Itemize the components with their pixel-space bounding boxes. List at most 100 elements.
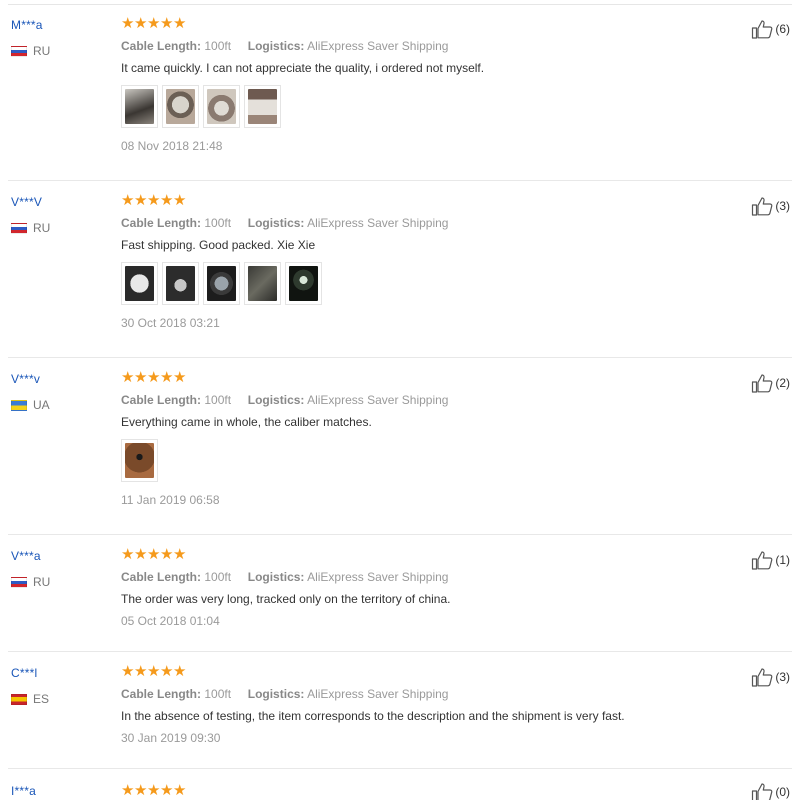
cable-length-label: Cable Length:: [121, 216, 201, 230]
star-icon: ★: [121, 546, 135, 563]
country-code: ES: [33, 692, 50, 706]
helpful-count: (2): [775, 376, 790, 390]
logistics-value: AliExpress Saver Shipping: [307, 393, 449, 407]
review-meta: Cable Length: 100ft Logistics: AliExpres…: [121, 687, 625, 701]
reviewer-info: V***a RU: [11, 549, 50, 589]
review-meta: Cable Length: 100ft Logistics: AliExpres…: [121, 216, 448, 230]
flag-icon: [11, 45, 27, 57]
star-icon: ★: [173, 369, 187, 386]
country-code: RU: [33, 575, 51, 589]
reviewer-info: V***V RU: [11, 195, 50, 235]
star-icon: ★: [147, 369, 161, 386]
star-icon: ★: [134, 369, 148, 386]
star-icon: ★: [160, 15, 174, 32]
review-date: 08 Nov 2018 21:48: [121, 139, 223, 153]
star-icon: ★: [147, 782, 161, 799]
star-rating: ★ ★ ★ ★ ★: [121, 783, 186, 799]
cable-length-value: 100ft: [204, 393, 232, 407]
review-date: 30 Jan 2019 09:30: [121, 731, 221, 745]
reviewer-info: I***a: [11, 784, 36, 798]
helpful-button[interactable]: (6): [751, 19, 790, 39]
star-icon: ★: [173, 663, 187, 680]
star-icon: ★: [160, 369, 174, 386]
star-icon: ★: [121, 369, 135, 386]
logistics-label: Logistics:: [247, 39, 305, 53]
logistics-label: Logistics:: [247, 687, 305, 701]
logistics-label: Logistics:: [247, 570, 305, 584]
review-meta: Cable Length: 100ft Logistics: AliExpres…: [121, 39, 484, 53]
cable-length-label: Cable Length:: [121, 39, 201, 53]
helpful-button[interactable]: (3): [751, 196, 790, 216]
cable-length-value: 100ft: [204, 216, 232, 230]
logistics-label: Logistics:: [247, 216, 305, 230]
review-text: The order was very long, tracked only on…: [121, 592, 451, 606]
reviewer-info: C***l ES: [11, 666, 49, 706]
reviewer-name[interactable]: I***a: [11, 784, 36, 798]
star-icon: ★: [134, 782, 148, 799]
star-icon: ★: [173, 192, 187, 209]
thumbs-up-icon: [752, 197, 773, 216]
reviewer-info: M***a RU: [11, 18, 50, 58]
reviewer-name[interactable]: V***a: [11, 549, 41, 563]
review-image-thumbnail[interactable]: [121, 85, 158, 128]
logistics-value: AliExpress Saver Shipping: [307, 39, 449, 53]
star-icon: ★: [134, 546, 148, 563]
review-images: [121, 439, 448, 482]
review-image-thumbnail[interactable]: [203, 85, 240, 128]
review-content: ★ ★ ★ ★ ★ Cable Length: 100ft Logistics: Ali…: [121, 193, 448, 330]
star-rating: ★ ★ ★ ★ ★: [121, 664, 625, 680]
review-image-thumbnail[interactable]: [162, 262, 199, 305]
review-content: ★ ★ ★ ★ ★ Cable Length: 100ft Logistics: Ali…: [121, 370, 448, 507]
review-item: V***a RU ★ ★ ★ ★ ★ Cable Length: 100ft Logis…: [0, 535, 800, 652]
helpful-button[interactable]: (2): [751, 373, 790, 393]
star-icon: ★: [160, 782, 174, 799]
helpful-count: (3): [775, 670, 790, 684]
review-date: 05 Oct 2018 01:04: [121, 614, 220, 628]
star-icon: ★: [173, 546, 187, 563]
review-image-thumbnail[interactable]: [244, 262, 281, 305]
reviewer-country: RU: [11, 221, 50, 235]
reviewer-name[interactable]: M***a: [11, 18, 43, 32]
star-icon: ★: [134, 192, 148, 209]
helpful-button[interactable]: (0): [751, 782, 790, 800]
review-meta: Cable Length: 100ft Logistics: AliExpres…: [121, 393, 448, 407]
review-image-thumbnail[interactable]: [203, 262, 240, 305]
star-icon: ★: [173, 15, 187, 32]
review-text: In the absence of testing, the item corr…: [121, 709, 625, 723]
star-rating: ★ ★ ★ ★ ★: [121, 370, 448, 386]
review-content: ★ ★ ★ ★ ★ Cable Length: 100ft Logistics: Ali…: [121, 664, 625, 746]
star-icon: ★: [147, 546, 161, 563]
review-image-thumbnail[interactable]: [244, 85, 281, 128]
helpful-button[interactable]: (3): [751, 667, 790, 687]
thumbs-up-icon: [752, 20, 773, 39]
helpful-button[interactable]: (1): [751, 550, 790, 570]
cable-length-label: Cable Length:: [121, 687, 201, 701]
cable-length-value: 100ft: [204, 687, 232, 701]
review-image-thumbnail[interactable]: [121, 439, 158, 482]
review-content: ★ ★ ★ ★ ★ Cable Length: 100ft Logistics: Ali…: [121, 16, 484, 153]
flag-icon: [11, 399, 27, 411]
star-icon: ★: [160, 663, 174, 680]
reviewer-name[interactable]: V***V: [11, 195, 42, 209]
cable-length-value: 100ft: [204, 39, 232, 53]
reviews-page: M***a RU ★ ★ ★ ★ ★ Cable Length: 100ft Logis…: [0, 0, 800, 800]
review-item: C***l ES ★ ★ ★ ★ ★ Cable Length: 100ft Logis…: [0, 652, 800, 769]
logistics-value: AliExpress Saver Shipping: [307, 570, 449, 584]
review-item: V***v UA ★ ★ ★ ★ ★ Cable Length: 100ft Logis…: [0, 358, 800, 535]
star-rating: ★ ★ ★ ★ ★: [121, 193, 448, 209]
reviewer-country: ES: [11, 692, 49, 706]
star-icon: ★: [121, 663, 135, 680]
star-icon: ★: [147, 663, 161, 680]
star-icon: ★: [147, 15, 161, 32]
country-code: RU: [33, 44, 51, 58]
review-item: M***a RU ★ ★ ★ ★ ★ Cable Length: 100ft Logis…: [0, 4, 800, 181]
reviewer-name[interactable]: C***l: [11, 666, 37, 680]
review-text: It came quickly. I can not appreciate th…: [121, 61, 485, 75]
reviewer-name[interactable]: V***v: [11, 372, 40, 386]
helpful-count: (0): [775, 785, 790, 799]
flag-icon: [11, 222, 27, 234]
review-image-thumbnail[interactable]: [285, 262, 322, 305]
review-image-thumbnail[interactable]: [121, 262, 158, 305]
cable-length-value: 100ft: [204, 570, 232, 584]
review-image-thumbnail[interactable]: [162, 85, 199, 128]
